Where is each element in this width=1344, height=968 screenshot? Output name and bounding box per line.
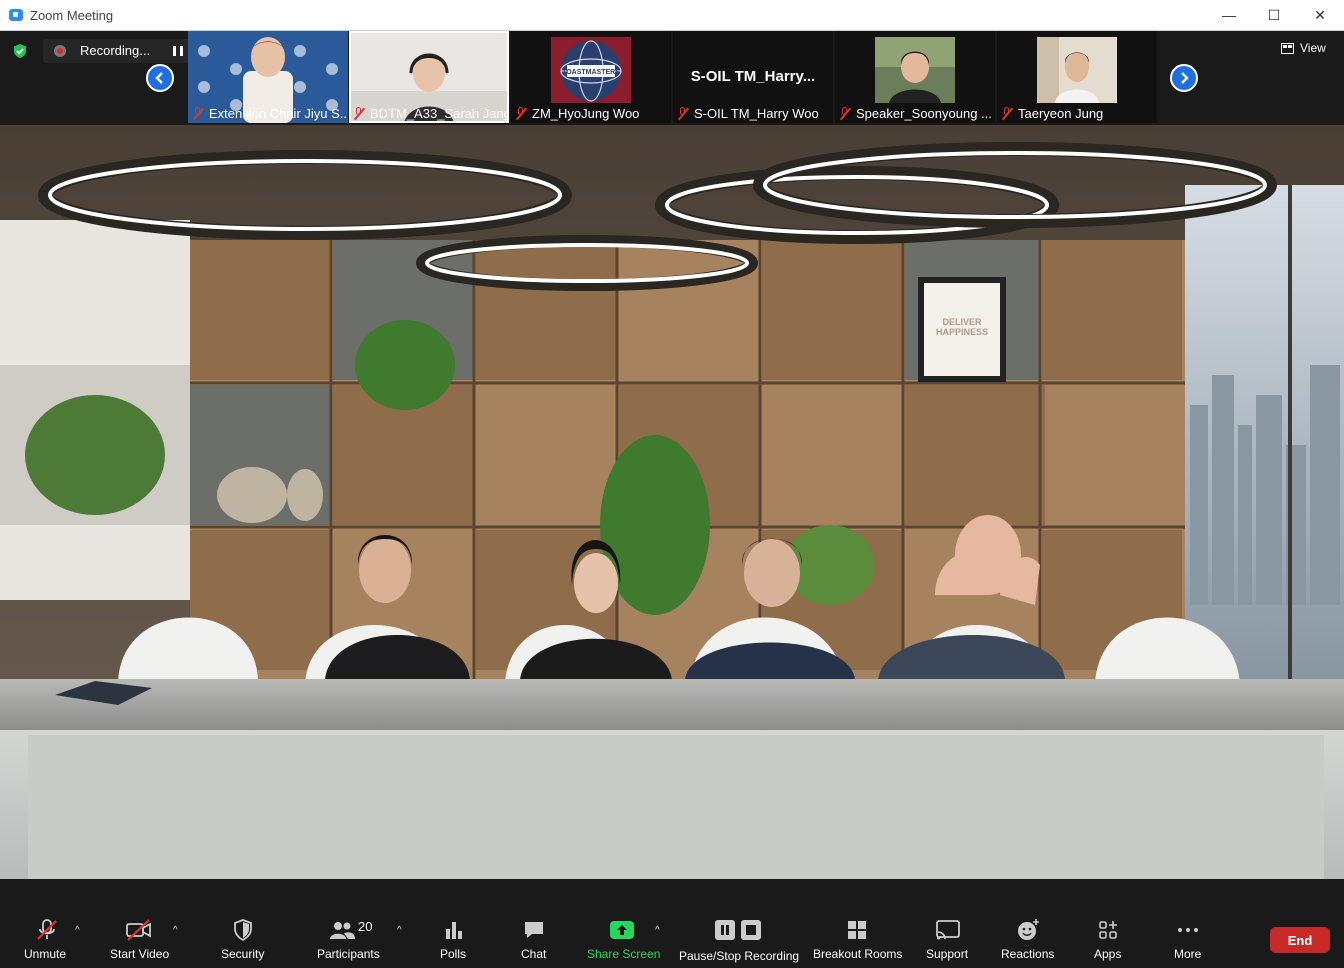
participant-count: 20 [358, 918, 373, 934]
participant-name: Extension Chair Jiyu S... [209, 106, 348, 121]
reactions-button[interactable]: Reactions [1000, 879, 1056, 968]
share-screen-label: Share Screen [587, 947, 661, 961]
participant-name: BDTM_A33_Sarah Jang [370, 106, 509, 121]
minimize-button[interactable]: — [1207, 2, 1251, 28]
share-options-caret[interactable]: ^ [655, 925, 665, 936]
reactions-label: Reactions [1001, 947, 1055, 961]
pause-stop-icons [715, 920, 761, 940]
muted-mic-icon [192, 107, 204, 120]
start-video-button[interactable]: Start Video [108, 879, 170, 968]
bar-chart-icon [446, 922, 462, 939]
breakout-rooms-label: Breakout Rooms [813, 947, 903, 961]
share-screen-button[interactable]: Share Screen [586, 879, 661, 968]
svg-text:TOASTMASTERS: TOASTMASTERS [562, 69, 620, 76]
meeting-toolbar: Unmute ^ Start Video ^ Security 20 Parti… [0, 879, 1344, 968]
chat-label: Chat [521, 947, 547, 961]
window-title: Zoom Meeting [30, 8, 114, 23]
muted-microphone-icon [37, 919, 57, 940]
virtual-background: DELIVER HAPPINESS [0, 125, 1344, 879]
participants-label: Participants [317, 947, 380, 961]
security-label: Security [221, 947, 265, 961]
polls-label: Polls [440, 947, 467, 961]
support-label: Support [926, 947, 969, 961]
participant-display-name: S-OIL TM_Harry... [690, 68, 816, 85]
grid-icon [848, 921, 866, 939]
security-shield-icon[interactable] [12, 43, 28, 59]
muted-mic-icon [1001, 107, 1013, 120]
unmute-label: Unmute [24, 947, 67, 961]
recording-label: Recording... [80, 43, 151, 58]
gallery-view-icon [1281, 42, 1294, 54]
participants-options-caret[interactable]: ^ [397, 925, 407, 936]
close-button[interactable]: ✕ [1298, 2, 1342, 28]
apps-icon [1099, 921, 1117, 939]
more-label: More [1174, 947, 1202, 961]
view-button[interactable]: View [1281, 41, 1326, 55]
pause-stop-recording-button[interactable]: Pause/Stop Recording [678, 879, 800, 968]
participant-thumbnail[interactable]: Speaker_Soonyoung ... [835, 31, 995, 123]
participant-name: Speaker_Soonyoung ... [856, 106, 992, 121]
participants-button[interactable]: 20 Participants [316, 879, 382, 968]
video-options-caret[interactable]: ^ [173, 925, 183, 936]
muted-mic-icon [677, 107, 689, 120]
participants-icon [330, 922, 355, 939]
previous-page-button[interactable] [146, 64, 174, 92]
chevron-left-icon [155, 72, 163, 84]
next-page-button[interactable] [1170, 64, 1198, 92]
audio-options-caret[interactable]: ^ [75, 925, 85, 936]
main-video-stage: DELIVER HAPPINESS [0, 125, 1344, 879]
participant-thumbnail[interactable]: TOASTMASTERS ZM_HyoJung Woo [511, 31, 671, 123]
chat-button[interactable]: Chat [520, 879, 548, 968]
shield-icon [234, 919, 252, 942]
participant-strip: Recording... Extension Chair Jiyu S... B… [0, 31, 1344, 125]
emoji-add-icon [1018, 919, 1039, 940]
apps-button[interactable]: Apps [1093, 879, 1123, 968]
pause-recording-icon[interactable] [173, 46, 183, 56]
maximize-button[interactable]: ☐ [1252, 2, 1296, 28]
more-button[interactable]: More [1172, 879, 1204, 968]
apps-label: Apps [1094, 947, 1122, 961]
cast-screen-icon [936, 920, 960, 940]
share-screen-icon [610, 921, 634, 939]
support-button[interactable]: Support [925, 879, 971, 968]
svg-text:HAPPINESS: HAPPINESS [936, 327, 988, 337]
chat-bubble-icon [525, 922, 543, 938]
muted-mic-icon [839, 107, 851, 120]
muted-mic-icon [515, 107, 527, 120]
security-button[interactable]: Security [220, 879, 266, 968]
video-off-icon [126, 919, 151, 941]
participant-thumbnail[interactable]: Extension Chair Jiyu S... [188, 31, 348, 123]
muted-mic-icon [353, 107, 365, 120]
start-video-label: Start Video [110, 947, 170, 961]
zoom-app-icon [9, 9, 23, 21]
polls-button[interactable]: Polls [440, 879, 468, 968]
participant-thumbnail-active[interactable]: BDTM_A33_Sarah Jang [349, 31, 509, 123]
breakout-rooms-button[interactable]: Breakout Rooms [812, 879, 902, 968]
title-bar: Zoom Meeting — ☐ ✕ [0, 0, 1344, 31]
participant-name: S-OIL TM_Harry Woo [694, 106, 819, 121]
end-meeting-button[interactable]: End [1270, 927, 1330, 953]
view-label: View [1300, 41, 1326, 55]
participant-name: Taeryeon Jung [1018, 106, 1104, 121]
chevron-right-icon [1181, 72, 1189, 84]
more-dots-icon [1178, 928, 1198, 932]
svg-text:DELIVER: DELIVER [942, 317, 982, 327]
unmute-button[interactable]: Unmute [22, 879, 72, 968]
participant-thumbnail[interactable]: Taeryeon Jung [997, 31, 1157, 123]
participant-thumbnail[interactable]: S-OIL TM_Harry... S-OIL TM_Harry Woo [673, 31, 833, 123]
recording-dot-icon [54, 45, 66, 57]
participant-name: ZM_HyoJung Woo [532, 106, 640, 121]
pause-stop-recording-label: Pause/Stop Recording [679, 949, 800, 963]
